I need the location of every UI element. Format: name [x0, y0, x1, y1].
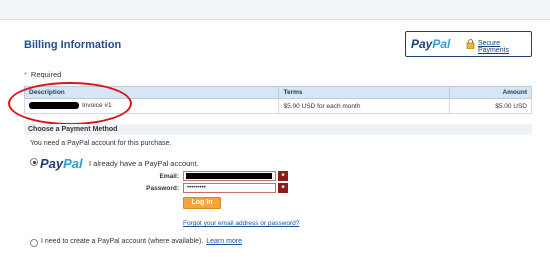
lock-icon	[466, 39, 475, 49]
paypal-logo: PayPal	[411, 37, 451, 51]
email-label: Email:	[159, 173, 179, 180]
learn-more-link[interactable]: Learn more	[206, 238, 242, 245]
payment-method-heading: Choose a Payment Method	[24, 124, 532, 135]
required-note: * Required	[24, 70, 62, 79]
annotation-circle	[8, 82, 132, 125]
create-account-radio[interactable]	[30, 239, 38, 247]
column-header-amount: Amount	[449, 86, 532, 99]
secure-payments-link[interactable]: Secure Payments	[478, 40, 531, 54]
forgot-credentials-link[interactable]: Forgot your email address or password?	[183, 220, 299, 227]
redacted-email	[186, 173, 272, 179]
cell-terms: $5.00 USD for each month	[278, 98, 451, 114]
page-title: Billing Information	[24, 39, 122, 51]
billing-page: Billing Information PayPal Secure Paymen…	[0, 20, 550, 257]
top-bar	[0, 0, 550, 20]
paypal-secure-badge[interactable]: PayPal Secure Payments	[405, 31, 532, 57]
existing-account-radio[interactable]	[30, 158, 38, 166]
cell-amount: $5.00 USD	[449, 98, 532, 114]
log-in-button[interactable]: Log In	[183, 197, 221, 209]
email-field[interactable]	[183, 171, 276, 181]
existing-account-label: I already have a PayPal account.	[89, 159, 199, 168]
account-required-text: You need a PayPal account for this purch…	[30, 140, 172, 147]
column-header-terms: Terms	[278, 86, 451, 99]
password-label: Password:	[146, 185, 179, 192]
email-required-marker: *	[278, 171, 288, 181]
create-account-label: I need to create a PayPal account (where…	[41, 238, 243, 245]
paypal-logo-large: PayPal	[40, 156, 83, 171]
password-field[interactable]: •••••••••	[183, 183, 276, 193]
password-required-marker: *	[278, 183, 288, 193]
